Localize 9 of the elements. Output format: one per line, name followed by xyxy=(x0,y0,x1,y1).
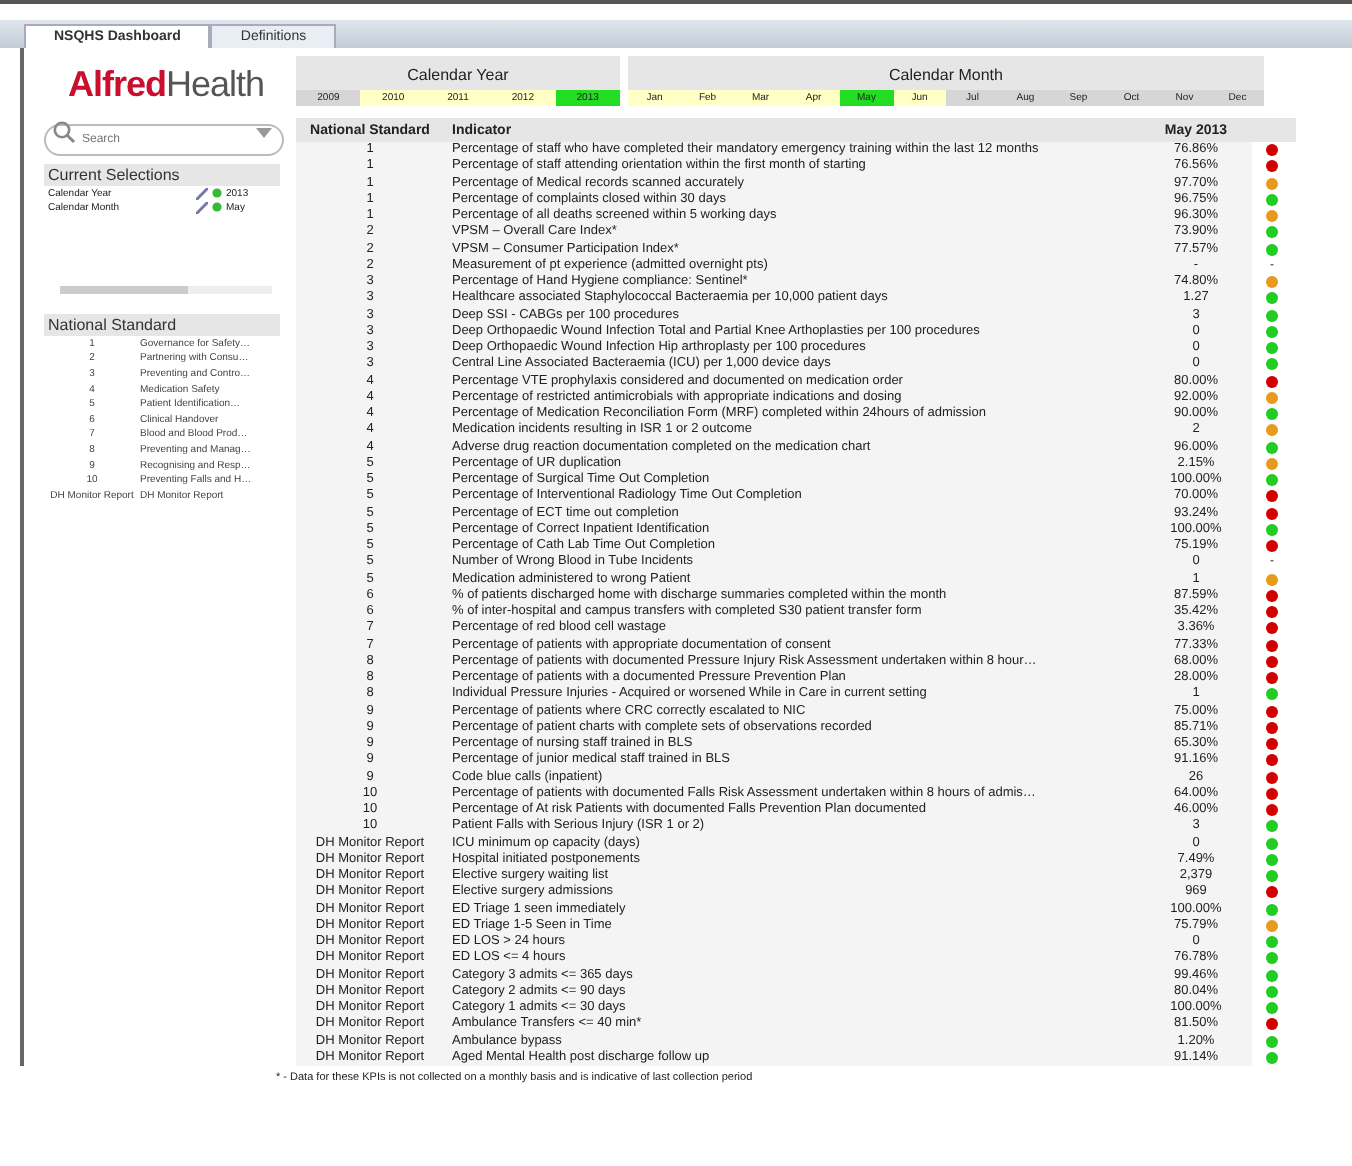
logo: AlfredHealth xyxy=(66,64,267,108)
caret-icon xyxy=(256,128,272,138)
panel-title: Current Selections xyxy=(44,164,280,186)
filter-title: Calendar Year xyxy=(405,64,511,88)
filter-title: Calendar Month xyxy=(887,64,1005,88)
scrollbar[interactable] xyxy=(60,286,272,294)
status-dot-icon xyxy=(212,188,222,198)
status-dot-icon xyxy=(212,202,222,212)
panel-title: National Standard xyxy=(44,314,280,336)
